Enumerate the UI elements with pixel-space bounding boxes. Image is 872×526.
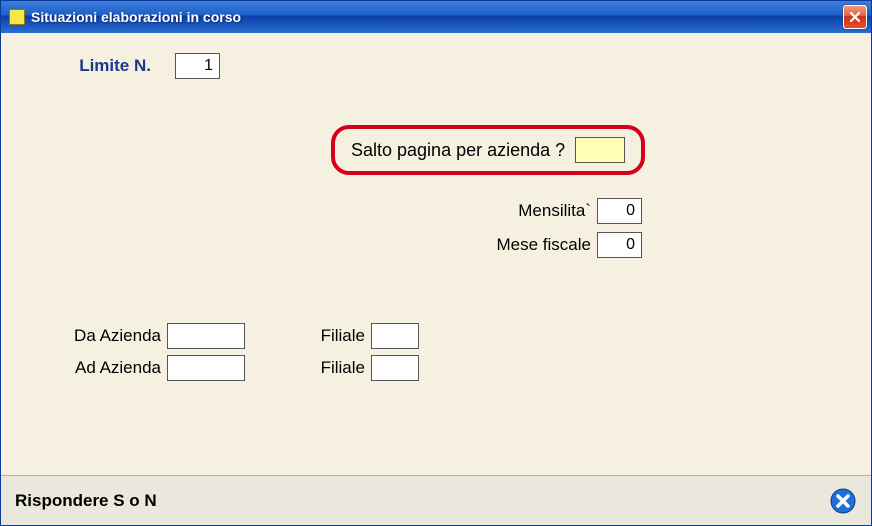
mese-fiscale-row: Mese fiscale [461, 232, 642, 258]
filiale2-row: Filiale [305, 355, 419, 381]
azienda-block: Da Azienda Ad Azienda Filiale Filiale [41, 323, 419, 381]
mese-fiscale-label: Mese fiscale [461, 235, 591, 255]
da-azienda-row: Da Azienda [41, 323, 245, 349]
ad-azienda-row: Ad Azienda [41, 355, 245, 381]
status-bar: Rispondere S o N [1, 475, 871, 525]
da-azienda-label: Da Azienda [41, 326, 161, 346]
filiale1-row: Filiale [305, 323, 419, 349]
cancel-icon[interactable] [829, 487, 857, 515]
close-icon [849, 11, 861, 23]
filiale2-label: Filiale [305, 358, 365, 378]
mese-fiscale-input[interactable] [597, 232, 642, 258]
limite-row: Limite N. [41, 53, 831, 79]
salto-label: Salto pagina per azienda ? [351, 140, 565, 161]
azienda-column: Da Azienda Ad Azienda [41, 323, 245, 381]
filiale-column: Filiale Filiale [305, 323, 419, 381]
close-button[interactable] [843, 5, 867, 29]
limite-label: Limite N. [41, 56, 151, 76]
app-icon [9, 9, 25, 25]
mensilita-label: Mensilita` [461, 201, 591, 221]
ad-azienda-input[interactable] [167, 355, 245, 381]
salto-input[interactable] [575, 137, 625, 163]
filiale1-input[interactable] [371, 323, 419, 349]
mensilita-input[interactable] [597, 198, 642, 224]
status-text: Rispondere S o N [15, 491, 157, 511]
mensilita-row: Mensilita` [461, 198, 642, 224]
filiale1-label: Filiale [305, 326, 365, 346]
window-title: Situazioni elaborazioni in corso [31, 9, 843, 25]
mensilita-block: Mensilita` Mese fiscale [461, 198, 642, 266]
dialog-window: Situazioni elaborazioni in corso Limite … [0, 0, 872, 526]
limite-input[interactable] [175, 53, 220, 79]
title-bar: Situazioni elaborazioni in corso [1, 1, 871, 33]
ad-azienda-label: Ad Azienda [41, 358, 161, 378]
salto-pagina-group: Salto pagina per azienda ? [331, 125, 645, 175]
da-azienda-input[interactable] [167, 323, 245, 349]
filiale2-input[interactable] [371, 355, 419, 381]
form-content: Limite N. Salto pagina per azienda ? Men… [1, 33, 871, 475]
